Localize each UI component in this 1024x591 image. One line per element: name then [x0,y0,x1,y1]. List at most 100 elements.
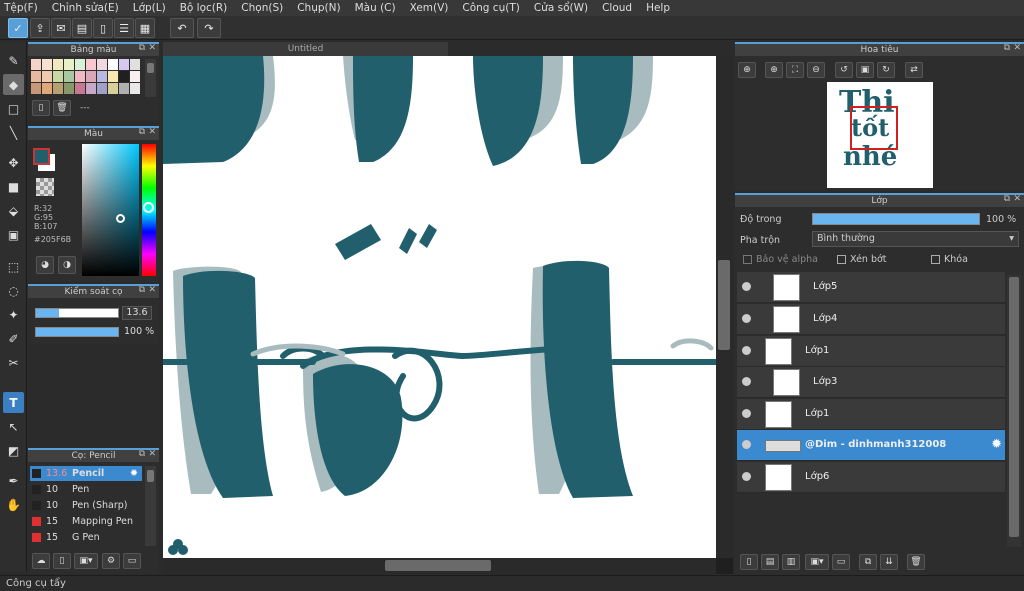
delete-layer-icon[interactable]: 🗑 [907,554,925,570]
float-icon[interactable]: ⧉ [139,285,145,295]
document-icon[interactable]: ▯ [93,18,113,38]
palette-swatch[interactable] [108,83,118,94]
new-folder-icon[interactable]: ▭ [832,554,850,570]
redo-button[interactable]: ↷ [197,18,221,38]
foreground-color-swatch[interactable] [33,148,50,165]
rotate-left-icon[interactable]: ↺ [835,62,853,78]
palette-swatch[interactable] [64,71,74,82]
palette-swatch[interactable] [75,59,85,70]
export-icon[interactable]: ⇪ [30,18,50,38]
visibility-eye-icon[interactable] [742,472,751,481]
canvas-artwork[interactable] [160,56,733,574]
visibility-eye-icon[interactable] [742,377,751,386]
blend-mode-select[interactable]: Bình thường ▾ [812,231,1019,247]
close-icon[interactable]: ✕ [148,127,156,137]
delete-palette-icon[interactable]: 🗑 [53,100,71,116]
float-icon[interactable]: ⧉ [1004,43,1010,53]
menu-item[interactable]: Chỉnh sửa(E) [52,2,119,14]
palette-swatch[interactable] [53,59,63,70]
layer-row[interactable]: Lớp6 [737,462,1005,493]
brush-size-value[interactable]: 13.6 [122,306,152,320]
palette-swatch[interactable] [53,71,63,82]
layer-row[interactable]: Lớp1 [737,399,1005,430]
new-layer-icon[interactable]: ▯ [740,554,758,570]
menu-item[interactable]: Xem(V) [410,2,449,14]
float-icon[interactable]: ⧉ [139,127,145,137]
menu-item[interactable]: Lớp(L) [133,2,166,14]
brush-opacity-slider[interactable] [35,327,119,337]
palette-swatch[interactable] [64,59,74,70]
palette-swatch[interactable] [108,71,118,82]
select-mode-icon[interactable]: ✓ [8,18,28,38]
canvas-tab[interactable]: Untitled [163,42,448,56]
zoom-fit-icon[interactable]: ⊕ [738,62,756,78]
comment-icon[interactable]: ✉ [51,18,71,38]
menu-item[interactable]: Bộ lọc(R) [180,2,228,14]
undo-button[interactable]: ↶ [170,18,194,38]
brush-scrollbar[interactable] [145,466,156,546]
list-icon[interactable]: ☰ [114,18,134,38]
layer-opacity-slider[interactable] [812,213,980,225]
move-tool-icon[interactable]: ✥ [3,152,24,173]
fill-rect-tool-icon[interactable]: ■ [3,176,24,197]
duplicate-layer-icon[interactable]: ⧉ [859,554,877,570]
palette-swatch[interactable] [53,83,63,94]
visibility-eye-icon[interactable] [742,346,751,355]
palette-swatch[interactable] [86,71,96,82]
palette-swatch[interactable] [130,59,140,70]
brush-settings-icon[interactable]: ✹ [130,466,138,481]
brush-item[interactable]: 10 Pen (Sharp) [30,498,142,513]
layer-row[interactable]: @Dim - dinhmanh312008 ✹ [737,430,1005,461]
palette-scrollbar[interactable] [145,59,156,97]
alpha-protect-checkbox[interactable] [743,255,752,264]
fit-canvas-icon[interactable]: ▣ [856,62,874,78]
canvas-area[interactable] [160,56,733,574]
color-mixer-icon[interactable]: ◑ [58,256,76,274]
new-brush-icon[interactable]: ▯ [53,553,71,569]
grid-icon[interactable]: ▦ [135,18,155,38]
fit-window-icon[interactable]: ⛶ [786,62,804,78]
select-eraser-icon[interactable]: ✂ [3,352,24,373]
magic-wand-icon[interactable]: ✦ [3,304,24,325]
zoom-in-icon[interactable]: ⊕ [765,62,783,78]
palette-swatch[interactable] [31,59,41,70]
palette-swatch[interactable] [119,83,129,94]
message-icon[interactable]: ▤ [72,18,92,38]
clipping-checkbox[interactable] [837,255,846,264]
brush-folder-icon[interactable]: ▭ [123,553,141,569]
palette-swatch[interactable] [130,71,140,82]
palette-swatch[interactable] [86,59,96,70]
operation-tool-icon[interactable]: ↖ [3,416,24,437]
visibility-eye-icon[interactable] [742,282,751,291]
menu-item[interactable]: Công cụ(T) [462,2,519,14]
palette-swatch[interactable] [108,59,118,70]
new-halftone-layer-icon[interactable]: ▤ [761,554,779,570]
brush-item[interactable]: 13.6 Pencil ✹ [30,466,142,481]
visibility-eye-icon[interactable] [742,409,751,418]
close-icon[interactable]: ✕ [148,449,156,459]
lasso-icon[interactable]: ◌ [3,280,24,301]
eyedropper-icon[interactable]: ✒ [3,470,24,491]
flip-icon[interactable]: ⇄ [905,62,923,78]
palette-swatch[interactable] [42,83,52,94]
navigator-thumbnail[interactable]: Thi tốt nhé [827,82,933,188]
menu-item[interactable]: Chọn(S) [241,2,283,14]
hand-tool-icon[interactable]: ✋ [3,494,24,515]
palette-swatch[interactable] [75,83,85,94]
menu-item[interactable]: Màu (C) [355,2,396,14]
visibility-eye-icon[interactable] [742,440,751,449]
float-icon[interactable]: ⧉ [139,43,145,53]
line-tool-icon[interactable]: ╲ [3,122,24,143]
menu-item[interactable]: Help [646,2,670,14]
merge-down-icon[interactable]: ⇊ [880,554,898,570]
divide-tool-icon[interactable]: ◩ [3,440,24,461]
new-8bit-layer-icon[interactable]: ▥ [782,554,800,570]
hue-slider[interactable] [142,144,156,276]
palette-swatch[interactable] [97,59,107,70]
visibility-eye-icon[interactable] [742,314,751,323]
brush-item[interactable]: 10 Pen [30,482,142,497]
palette-swatch[interactable] [119,71,129,82]
palette-swatch[interactable] [42,59,52,70]
menu-item[interactable]: Cloud [602,2,632,14]
lock-checkbox[interactable] [931,255,940,264]
